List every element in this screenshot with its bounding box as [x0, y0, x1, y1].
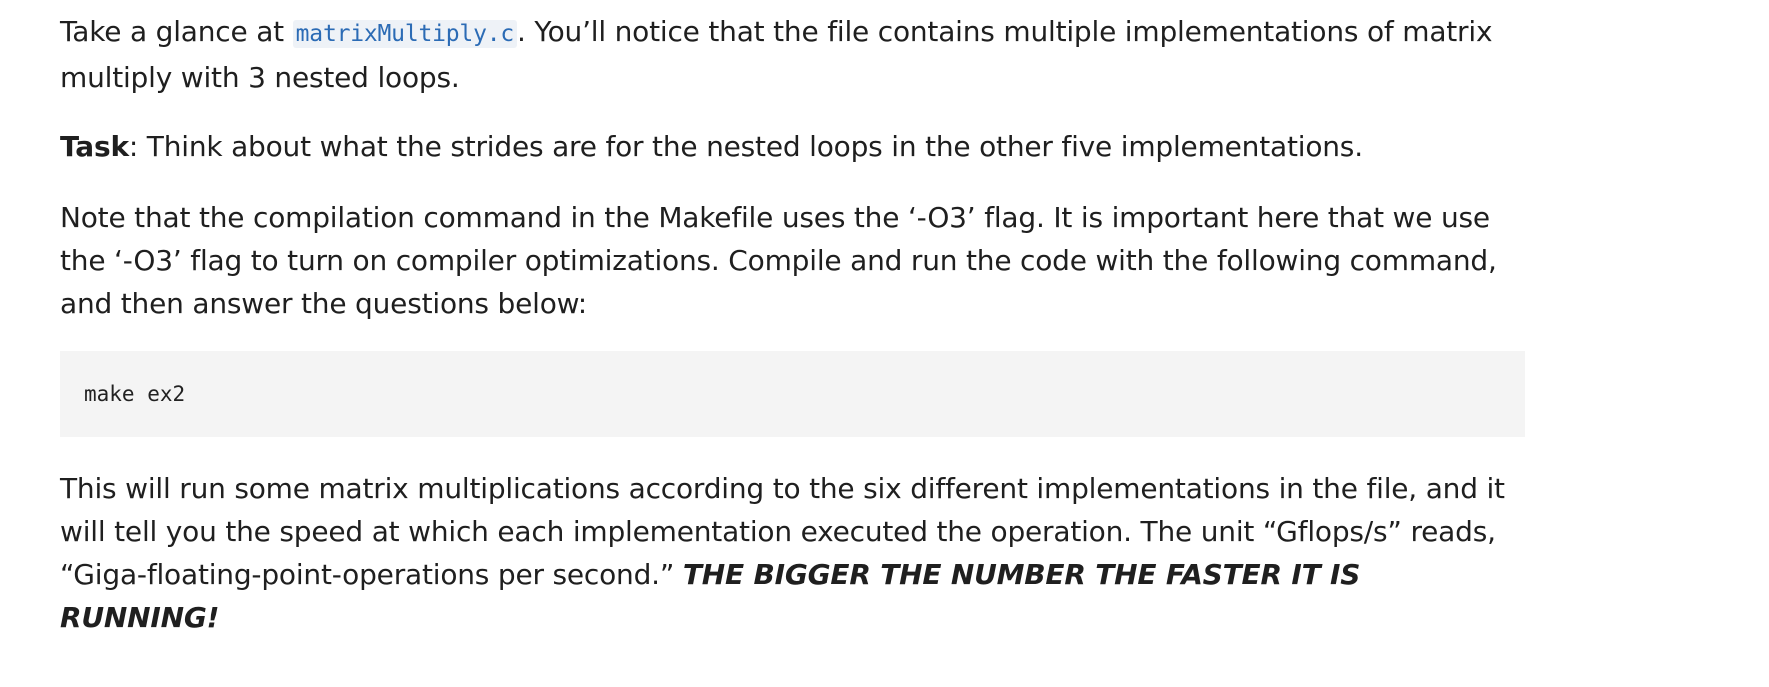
- task-label: Task: [60, 130, 129, 163]
- filename-inline-code: matrixMultiply.c: [292, 20, 518, 48]
- task-text: : Think about what the strides are for t…: [128, 130, 1363, 163]
- intro-prefix: Take a glance at: [60, 15, 293, 48]
- task-paragraph: Task: Think about what the strides are f…: [60, 125, 1525, 168]
- results-paragraph: This will run some matrix multiplication…: [60, 467, 1525, 639]
- code-block[interactable]: make ex2: [60, 351, 1525, 437]
- command-text[interactable]: make ex2: [84, 382, 185, 406]
- compilation-note-paragraph: Note that the compilation command in the…: [60, 201, 1497, 320]
- intro-paragraph: Take a glance at matrixMultiply.c. You’l…: [60, 10, 1525, 99]
